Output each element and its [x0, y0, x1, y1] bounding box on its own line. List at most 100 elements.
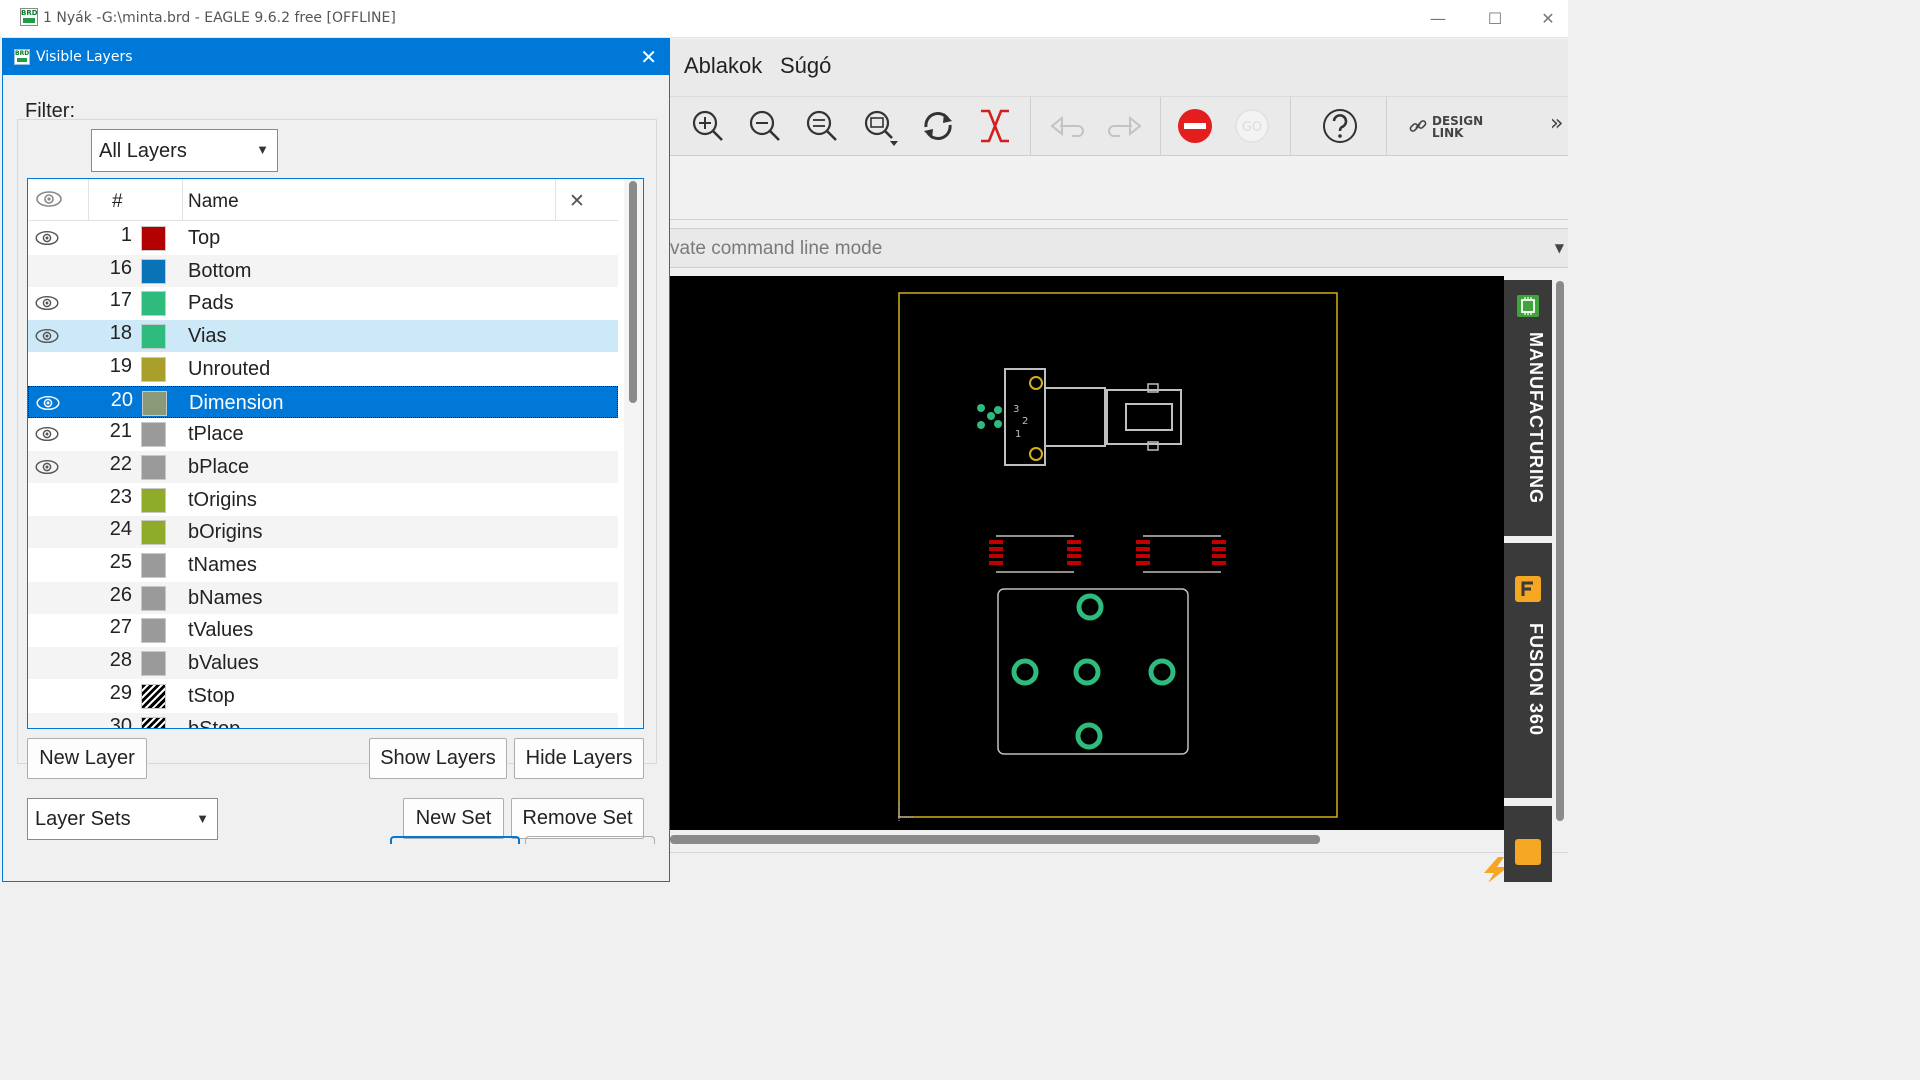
layer-number: 22: [109, 452, 132, 475]
canvas-vertical-scrollbar[interactable]: [1552, 276, 1568, 852]
layer-number: 23: [109, 485, 132, 508]
layer-color-swatch[interactable]: [141, 716, 166, 728]
visibility-column-icon[interactable]: [34, 189, 64, 209]
layer-row[interactable]: 27 tValues: [28, 614, 618, 646]
layer-row[interactable]: 25 tNames: [28, 549, 618, 581]
layer-name: bNames: [188, 586, 263, 609]
layer-row[interactable]: 20 Dimension: [28, 385, 618, 418]
layer-row[interactable]: 17 Pads: [28, 287, 618, 319]
layer-row[interactable]: 29 tStop: [28, 680, 618, 712]
layer-color-swatch[interactable]: [141, 291, 166, 317]
layer-sets-dropdown[interactable]: Layer Sets ▼: [27, 798, 218, 840]
menu-sugo[interactable]: Súgó: [780, 53, 831, 79]
layer-row[interactable]: 1 Top: [28, 222, 618, 254]
column-name[interactable]: Name: [188, 191, 239, 213]
zoom-fit-icon[interactable]: [802, 105, 842, 147]
extra-panel-tab[interactable]: [1504, 806, 1552, 882]
design-link-button[interactable]: DESIGN LINK: [1408, 112, 1498, 142]
command-line[interactable]: vate command line mode ▼: [670, 228, 1568, 268]
layer-color-swatch[interactable]: [141, 553, 166, 578]
ratsnest-icon[interactable]: [975, 105, 1015, 147]
layer-number: 1: [120, 224, 132, 246]
zoom-select-icon[interactable]: [860, 105, 900, 147]
layer-row[interactable]: 30 bStop: [28, 712, 618, 728]
layer-color-swatch[interactable]: [141, 356, 166, 382]
svg-text:GO: GO: [1242, 120, 1262, 135]
visibility-eye-icon[interactable]: [33, 229, 61, 247]
parameter-toolbar: [670, 157, 1568, 220]
layer-number: 16: [109, 256, 132, 279]
svg-text:2: 2: [1022, 416, 1028, 427]
layer-number: 19: [109, 354, 132, 377]
layer-color-swatch[interactable]: [142, 390, 167, 416]
new-set-button[interactable]: New Set: [403, 798, 504, 839]
layer-row[interactable]: 28 bValues: [28, 647, 618, 680]
filter-dropdown[interactable]: All Layers ▼: [91, 129, 278, 172]
dialog-close-button[interactable]: ✕: [640, 45, 657, 69]
layer-color-swatch[interactable]: [141, 585, 166, 611]
new-layer-button[interactable]: New Layer: [27, 738, 147, 779]
fusion-360-panel-tab[interactable]: FUSION 360: [1504, 543, 1552, 798]
help-icon[interactable]: [1320, 105, 1360, 147]
go-icon[interactable]: GO: [1232, 105, 1272, 147]
layer-row[interactable]: 16 Bottom: [28, 254, 618, 287]
layer-color-swatch[interactable]: [141, 618, 166, 644]
undo-icon[interactable]: [1048, 105, 1088, 147]
vertical-scroll-thumb[interactable]: [1556, 281, 1564, 821]
column-number[interactable]: #: [112, 191, 123, 213]
visibility-eye-icon[interactable]: [33, 425, 61, 443]
design-link-label-2: LINK: [1432, 126, 1464, 140]
visibility-eye-icon[interactable]: [33, 327, 61, 345]
layer-row[interactable]: 18 Vias: [28, 320, 618, 353]
window-title: 1 Nyák -G:\minta.brd - EAGLE 9.6.2 free …: [43, 10, 396, 26]
board-outline: [898, 292, 1338, 818]
dialog-ok-button-edge[interactable]: [390, 836, 520, 844]
layer-row[interactable]: 26 bNames: [28, 581, 618, 614]
stop-icon[interactable]: [1175, 105, 1215, 147]
layer-color-swatch[interactable]: [141, 651, 166, 677]
maximize-button[interactable]: ☐: [1475, 6, 1515, 32]
layer-color-swatch[interactable]: [141, 683, 166, 709]
layer-row[interactable]: 24 bOrigins: [28, 516, 618, 549]
layer-number: 17: [109, 289, 132, 312]
toolbar-overflow-button[interactable]: »: [1550, 111, 1563, 136]
layer-name: tNames: [188, 554, 257, 576]
layer-row[interactable]: 22 bPlace: [28, 450, 618, 483]
hide-layers-button[interactable]: Hide Layers: [514, 738, 644, 779]
show-layers-button[interactable]: Show Layers: [369, 738, 507, 779]
zoom-in-icon[interactable]: [688, 105, 728, 147]
layer-color-swatch[interactable]: [141, 422, 166, 448]
layers-table-scrollbar[interactable]: [624, 179, 643, 728]
layer-row[interactable]: 21 tPlace: [28, 418, 618, 450]
redraw-icon[interactable]: [918, 105, 958, 147]
manufacturing-panel-tab[interactable]: MANUFACTURING: [1504, 280, 1552, 536]
dialog-title: Visible Layers: [36, 49, 133, 65]
menu-ablakok[interactable]: Ablakok: [684, 53, 762, 79]
visibility-eye-icon[interactable]: [33, 458, 61, 476]
layer-name: Dimension: [189, 391, 284, 414]
manufacturing-label: MANUFACTURING: [1526, 332, 1546, 504]
horizontal-scroll-thumb[interactable]: [670, 835, 1320, 844]
minimize-button[interactable]: —: [1418, 6, 1458, 32]
layers-table-scroll-thumb[interactable]: [629, 181, 637, 403]
layer-color-swatch[interactable]: [141, 487, 166, 513]
layer-number: 28: [109, 649, 132, 672]
zoom-out-icon[interactable]: [745, 105, 785, 147]
layer-color-swatch[interactable]: [141, 520, 166, 546]
canvas-horizontal-scrollbar[interactable]: [670, 830, 1504, 852]
column-remove-icon[interactable]: ✕: [569, 190, 585, 213]
visibility-eye-icon[interactable]: [33, 294, 61, 312]
visibility-eye-icon[interactable]: [34, 394, 62, 412]
close-button[interactable]: ✕: [1528, 6, 1568, 32]
layer-color-swatch[interactable]: [141, 454, 166, 480]
remove-set-button[interactable]: Remove Set: [511, 798, 644, 839]
dialog-cancel-button-edge[interactable]: [525, 836, 655, 844]
layer-row[interactable]: 23 tOrigins: [28, 484, 618, 516]
layer-color-swatch[interactable]: [141, 258, 166, 284]
layer-color-swatch[interactable]: [141, 226, 166, 251]
layer-row[interactable]: 19 Unrouted: [28, 353, 618, 385]
redo-icon[interactable]: [1104, 105, 1144, 147]
command-history-dropdown-icon[interactable]: ▼: [1555, 241, 1564, 255]
link-icon: [1409, 120, 1427, 132]
layer-color-swatch[interactable]: [141, 324, 166, 350]
